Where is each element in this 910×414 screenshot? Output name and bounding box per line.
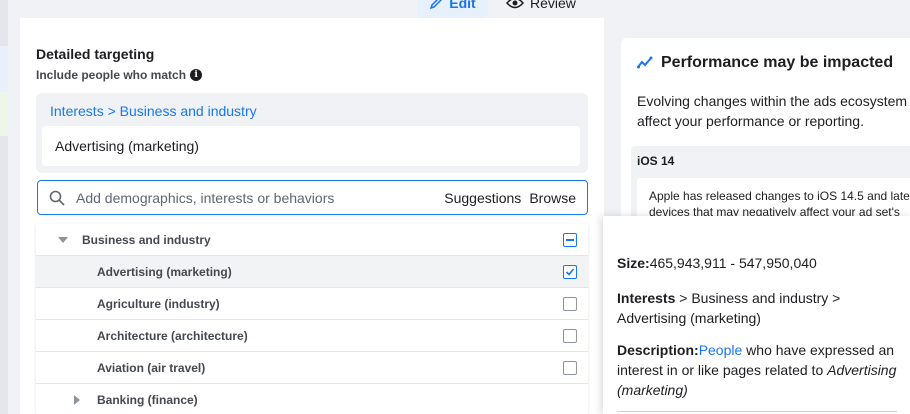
checkbox-checked[interactable]: [563, 264, 577, 279]
selected-interest-chip[interactable]: Advertising (marketing): [42, 126, 580, 166]
tooltip-size: Size:465,943,911 - 547,950,040: [617, 253, 897, 273]
selected-interest-label: Advertising (marketing): [55, 138, 199, 154]
browse-button[interactable]: Browse: [529, 190, 576, 206]
tab-review-label: Review: [530, 0, 576, 11]
search-input[interactable]: [76, 189, 436, 206]
expand-caret-icon[interactable]: [74, 394, 80, 405]
section-subtitle-text: Include people who match: [36, 68, 187, 82]
tree-row-agriculture[interactable]: Agriculture (industry): [36, 288, 588, 320]
tooltip-size-label: Size:: [617, 255, 650, 271]
targeting-breadcrumb[interactable]: Interests > Business and industry: [50, 103, 257, 119]
performance-card: Performance may be impacted Evolving cha…: [621, 38, 910, 258]
tree-row-advertising[interactable]: Advertising (marketing): [36, 256, 588, 288]
pencil-icon: [430, 0, 443, 10]
tooltip-description: Description:People who have expressed an…: [617, 340, 897, 400]
section-subtitle: Include people who match i: [36, 68, 203, 82]
tree-row-label: Architecture (architecture): [97, 328, 248, 343]
tree-parent-row[interactable]: Business and industry: [36, 224, 588, 256]
tab-review[interactable]: Review: [506, 0, 576, 18]
search-icon: [49, 190, 65, 206]
tree-parent-label: Business and industry: [82, 232, 211, 247]
tree-row-banking[interactable]: Banking (finance): [36, 384, 588, 414]
selected-targeting-box: Interests > Business and industry Advert…: [36, 93, 588, 173]
left-edge-strip: [0, 0, 8, 414]
tooltip-people-link[interactable]: People: [699, 342, 743, 358]
partial-checkbox[interactable]: [563, 232, 577, 247]
tree-row-label: Banking (finance): [97, 392, 198, 407]
interest-detail-tooltip: Size:465,943,911 - 547,950,040 Interests…: [603, 216, 910, 414]
checkbox[interactable]: [563, 360, 577, 375]
tree-row-label: Advertising (marketing): [97, 264, 232, 279]
tab-edit-label: Edit: [449, 0, 476, 11]
tooltip-divider: [617, 411, 897, 412]
tooltip-description-label: Description:: [617, 342, 699, 358]
tree-row-architecture[interactable]: Architecture (architecture): [36, 320, 588, 352]
collapse-caret-icon[interactable]: [58, 236, 68, 243]
info-icon[interactable]: i: [190, 69, 203, 81]
browse-tree: Business and industry Advertising (marke…: [36, 224, 588, 414]
tree-row-aviation[interactable]: Aviation (air travel): [36, 352, 588, 384]
tooltip-size-value: 465,943,911 - 547,950,040: [649, 255, 817, 271]
eye-icon: [506, 0, 524, 9]
tooltip-path-head: Interests: [617, 290, 676, 306]
tab-edit[interactable]: Edit: [417, 0, 488, 18]
detailed-targeting-panel: Detailed targeting Include people who ma…: [20, 18, 604, 414]
suggestions-button[interactable]: Suggestions: [444, 190, 521, 206]
trend-icon: [637, 56, 653, 69]
checkmark-icon: [565, 267, 575, 276]
ios-notice-title: iOS 14: [637, 154, 675, 168]
performance-body: Evolving changes within the ads ecosyste…: [637, 93, 908, 129]
tree-row-label: Aviation (air travel): [97, 360, 206, 375]
checkbox[interactable]: [563, 296, 577, 311]
performance-title-text: Performance may be impacted: [661, 54, 894, 71]
section-title: Detailed targeting: [36, 46, 155, 62]
top-tabs: Edit Review: [0, 0, 910, 18]
performance-title: Performance may be impacted: [637, 54, 893, 72]
targeting-search-bar[interactable]: Suggestions Browse: [37, 180, 588, 215]
tooltip-path: Interests > Business and industry > Adve…: [617, 288, 897, 328]
tree-row-label: Agriculture (industry): [97, 296, 220, 311]
checkbox[interactable]: [563, 328, 577, 343]
